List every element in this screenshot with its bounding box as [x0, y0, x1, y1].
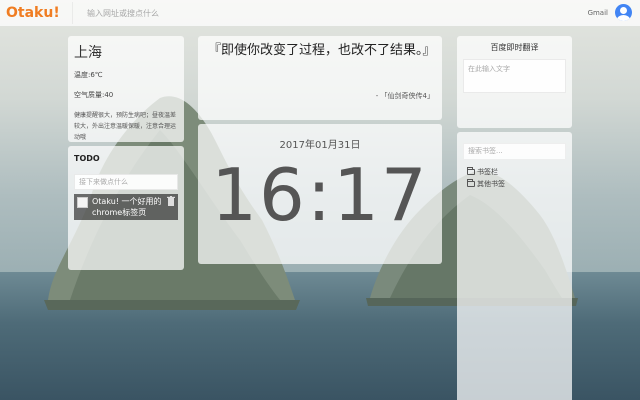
todo-item[interactable]: Otaku! 一个好用的chrome标签页 — [74, 194, 178, 220]
bookmark-folder-other[interactable]: 其他书签 — [467, 178, 566, 190]
bookmark-folder-bar[interactable]: 书签栏 — [467, 166, 566, 178]
translate-input[interactable] — [463, 59, 566, 93]
clock-panel: 2017年01月31日 16:17 — [198, 124, 442, 264]
todo-title: TODO — [74, 154, 100, 163]
todo-input[interactable] — [74, 174, 178, 190]
quote-source: - 「仙剑奇侠传4」 — [375, 92, 434, 100]
translate-panel: 百度即时翻译 — [457, 36, 572, 128]
folder-icon — [467, 166, 475, 175]
clock-date: 2017年01月31日 — [279, 140, 361, 151]
bookmark-search-input[interactable] — [463, 142, 566, 160]
otaku-logo[interactable]: Otaku! — [0, 5, 72, 21]
url-search-input[interactable] — [72, 2, 412, 24]
todo-item-text: Otaku! 一个好用的chrome标签页 — [92, 197, 162, 217]
bookmark-folder-list: 书签栏 其他书签 — [463, 166, 566, 190]
bookmark-folder-label: 其他书签 — [477, 179, 505, 188]
bookmarks-panel: 书签栏 其他书签 — [457, 132, 572, 400]
todo-checkbox[interactable] — [77, 197, 88, 208]
todo-panel: TODO Otaku! 一个好用的chrome标签页 — [68, 146, 184, 270]
folder-icon — [467, 178, 475, 187]
gmail-link[interactable]: Gmail — [588, 9, 608, 17]
quote-panel: 『即使你改变了过程，也改不了结果。』 - 「仙剑奇侠传4」 — [198, 36, 442, 120]
quote-text: 『即使你改变了过程，也改不了结果。』 — [208, 43, 436, 58]
bookmark-folder-label: 书签栏 — [477, 167, 498, 176]
translate-title: 百度即时翻译 — [490, 43, 539, 52]
account-avatar-icon[interactable] — [615, 4, 632, 21]
weather-panel: 上海 温度:6℃ 空气质量:40 健康提醒很大，预防生病吧；昼夜温差较大，外出注… — [68, 36, 184, 142]
trash-icon[interactable] — [167, 196, 175, 206]
top-bar: Otaku! Gmail — [0, 0, 640, 26]
weather-advice: 健康提醒很大，预防生病吧；昼夜温差较大，外出注意温暖保暖，注意合理运动哦 — [74, 112, 177, 141]
clock-time: 16:17 — [211, 153, 429, 237]
weather-city: 上海 — [74, 45, 102, 61]
weather-temperature: 温度:6℃ — [74, 71, 103, 79]
weather-air-quality: 空气质量:40 — [74, 91, 114, 99]
